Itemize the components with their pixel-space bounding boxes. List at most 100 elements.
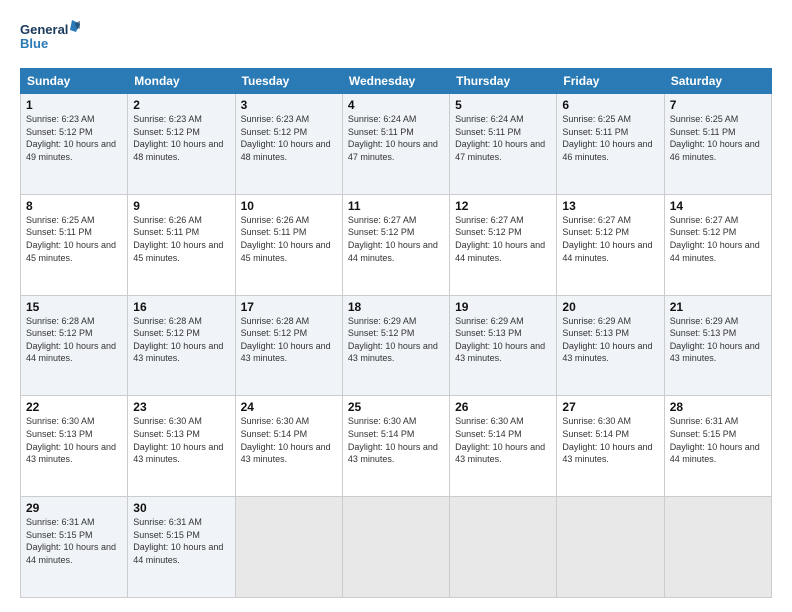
calendar-day-25: 25 Sunrise: 6:30 AMSunset: 5:14 PMDaylig… bbox=[342, 396, 449, 497]
day-number: 7 bbox=[670, 98, 766, 112]
calendar-day-17: 17 Sunrise: 6:28 AMSunset: 5:12 PMDaylig… bbox=[235, 295, 342, 396]
day-number: 25 bbox=[348, 400, 444, 414]
day-info: Sunrise: 6:30 AMSunset: 5:14 PMDaylight:… bbox=[455, 416, 545, 464]
calendar-day-30: 30 Sunrise: 6:31 AMSunset: 5:15 PMDaylig… bbox=[128, 497, 235, 598]
day-info: Sunrise: 6:30 AMSunset: 5:14 PMDaylight:… bbox=[348, 416, 438, 464]
logo: General Blue bbox=[20, 18, 80, 58]
day-info: Sunrise: 6:25 AMSunset: 5:11 PMDaylight:… bbox=[670, 114, 760, 162]
day-number: 19 bbox=[455, 300, 551, 314]
day-info: Sunrise: 6:30 AMSunset: 5:13 PMDaylight:… bbox=[26, 416, 116, 464]
day-info: Sunrise: 6:31 AMSunset: 5:15 PMDaylight:… bbox=[133, 517, 223, 565]
day-info: Sunrise: 6:28 AMSunset: 5:12 PMDaylight:… bbox=[241, 316, 331, 364]
weekday-header-sunday: Sunday bbox=[21, 69, 128, 94]
calendar-day-9: 9 Sunrise: 6:26 AMSunset: 5:11 PMDayligh… bbox=[128, 194, 235, 295]
day-number: 20 bbox=[562, 300, 658, 314]
weekday-header-friday: Friday bbox=[557, 69, 664, 94]
general-blue-logo: General Blue bbox=[20, 18, 80, 58]
calendar-day-18: 18 Sunrise: 6:29 AMSunset: 5:12 PMDaylig… bbox=[342, 295, 449, 396]
day-info: Sunrise: 6:31 AMSunset: 5:15 PMDaylight:… bbox=[26, 517, 116, 565]
day-number: 22 bbox=[26, 400, 122, 414]
day-info: Sunrise: 6:23 AMSunset: 5:12 PMDaylight:… bbox=[26, 114, 116, 162]
calendar-day-28: 28 Sunrise: 6:31 AMSunset: 5:15 PMDaylig… bbox=[664, 396, 771, 497]
day-info: Sunrise: 6:27 AMSunset: 5:12 PMDaylight:… bbox=[348, 215, 438, 263]
day-info: Sunrise: 6:26 AMSunset: 5:11 PMDaylight:… bbox=[133, 215, 223, 263]
calendar-day-29: 29 Sunrise: 6:31 AMSunset: 5:15 PMDaylig… bbox=[21, 497, 128, 598]
calendar-day-1: 1 Sunrise: 6:23 AMSunset: 5:12 PMDayligh… bbox=[21, 94, 128, 195]
calendar-day-22: 22 Sunrise: 6:30 AMSunset: 5:13 PMDaylig… bbox=[21, 396, 128, 497]
day-info: Sunrise: 6:29 AMSunset: 5:12 PMDaylight:… bbox=[348, 316, 438, 364]
day-number: 18 bbox=[348, 300, 444, 314]
empty-cell bbox=[557, 497, 664, 598]
day-info: Sunrise: 6:28 AMSunset: 5:12 PMDaylight:… bbox=[133, 316, 223, 364]
day-info: Sunrise: 6:27 AMSunset: 5:12 PMDaylight:… bbox=[670, 215, 760, 263]
calendar-day-13: 13 Sunrise: 6:27 AMSunset: 5:12 PMDaylig… bbox=[557, 194, 664, 295]
day-info: Sunrise: 6:26 AMSunset: 5:11 PMDaylight:… bbox=[241, 215, 331, 263]
day-number: 5 bbox=[455, 98, 551, 112]
page-header: General Blue bbox=[20, 18, 772, 58]
empty-cell bbox=[235, 497, 342, 598]
weekday-header-monday: Monday bbox=[128, 69, 235, 94]
day-number: 9 bbox=[133, 199, 229, 213]
day-number: 30 bbox=[133, 501, 229, 515]
calendar-day-12: 12 Sunrise: 6:27 AMSunset: 5:12 PMDaylig… bbox=[450, 194, 557, 295]
day-info: Sunrise: 6:29 AMSunset: 5:13 PMDaylight:… bbox=[562, 316, 652, 364]
day-info: Sunrise: 6:31 AMSunset: 5:15 PMDaylight:… bbox=[670, 416, 760, 464]
calendar-day-15: 15 Sunrise: 6:28 AMSunset: 5:12 PMDaylig… bbox=[21, 295, 128, 396]
calendar-day-3: 3 Sunrise: 6:23 AMSunset: 5:12 PMDayligh… bbox=[235, 94, 342, 195]
day-number: 27 bbox=[562, 400, 658, 414]
weekday-header-saturday: Saturday bbox=[664, 69, 771, 94]
calendar-day-24: 24 Sunrise: 6:30 AMSunset: 5:14 PMDaylig… bbox=[235, 396, 342, 497]
day-info: Sunrise: 6:24 AMSunset: 5:11 PMDaylight:… bbox=[455, 114, 545, 162]
empty-cell bbox=[450, 497, 557, 598]
day-number: 11 bbox=[348, 199, 444, 213]
day-info: Sunrise: 6:24 AMSunset: 5:11 PMDaylight:… bbox=[348, 114, 438, 162]
weekday-header-thursday: Thursday bbox=[450, 69, 557, 94]
day-info: Sunrise: 6:30 AMSunset: 5:14 PMDaylight:… bbox=[241, 416, 331, 464]
svg-text:General: General bbox=[20, 22, 68, 37]
calendar-table: SundayMondayTuesdayWednesdayThursdayFrid… bbox=[20, 68, 772, 598]
weekday-header-tuesday: Tuesday bbox=[235, 69, 342, 94]
day-number: 21 bbox=[670, 300, 766, 314]
svg-text:Blue: Blue bbox=[20, 36, 48, 51]
day-number: 15 bbox=[26, 300, 122, 314]
day-number: 23 bbox=[133, 400, 229, 414]
day-number: 14 bbox=[670, 199, 766, 213]
day-info: Sunrise: 6:23 AMSunset: 5:12 PMDaylight:… bbox=[133, 114, 223, 162]
calendar-day-4: 4 Sunrise: 6:24 AMSunset: 5:11 PMDayligh… bbox=[342, 94, 449, 195]
day-number: 17 bbox=[241, 300, 337, 314]
day-number: 4 bbox=[348, 98, 444, 112]
calendar-day-10: 10 Sunrise: 6:26 AMSunset: 5:11 PMDaylig… bbox=[235, 194, 342, 295]
calendar-day-11: 11 Sunrise: 6:27 AMSunset: 5:12 PMDaylig… bbox=[342, 194, 449, 295]
day-info: Sunrise: 6:23 AMSunset: 5:12 PMDaylight:… bbox=[241, 114, 331, 162]
day-number: 8 bbox=[26, 199, 122, 213]
day-number: 28 bbox=[670, 400, 766, 414]
day-info: Sunrise: 6:27 AMSunset: 5:12 PMDaylight:… bbox=[562, 215, 652, 263]
calendar-day-2: 2 Sunrise: 6:23 AMSunset: 5:12 PMDayligh… bbox=[128, 94, 235, 195]
calendar-day-23: 23 Sunrise: 6:30 AMSunset: 5:13 PMDaylig… bbox=[128, 396, 235, 497]
day-number: 6 bbox=[562, 98, 658, 112]
day-number: 16 bbox=[133, 300, 229, 314]
day-info: Sunrise: 6:29 AMSunset: 5:13 PMDaylight:… bbox=[670, 316, 760, 364]
calendar-day-27: 27 Sunrise: 6:30 AMSunset: 5:14 PMDaylig… bbox=[557, 396, 664, 497]
day-info: Sunrise: 6:27 AMSunset: 5:12 PMDaylight:… bbox=[455, 215, 545, 263]
empty-cell bbox=[342, 497, 449, 598]
calendar-day-16: 16 Sunrise: 6:28 AMSunset: 5:12 PMDaylig… bbox=[128, 295, 235, 396]
calendar-day-20: 20 Sunrise: 6:29 AMSunset: 5:13 PMDaylig… bbox=[557, 295, 664, 396]
calendar-day-7: 7 Sunrise: 6:25 AMSunset: 5:11 PMDayligh… bbox=[664, 94, 771, 195]
calendar-day-6: 6 Sunrise: 6:25 AMSunset: 5:11 PMDayligh… bbox=[557, 94, 664, 195]
weekday-header-wednesday: Wednesday bbox=[342, 69, 449, 94]
calendar-day-14: 14 Sunrise: 6:27 AMSunset: 5:12 PMDaylig… bbox=[664, 194, 771, 295]
day-number: 1 bbox=[26, 98, 122, 112]
day-number: 26 bbox=[455, 400, 551, 414]
calendar-day-8: 8 Sunrise: 6:25 AMSunset: 5:11 PMDayligh… bbox=[21, 194, 128, 295]
day-number: 3 bbox=[241, 98, 337, 112]
day-info: Sunrise: 6:30 AMSunset: 5:14 PMDaylight:… bbox=[562, 416, 652, 464]
day-number: 24 bbox=[241, 400, 337, 414]
day-info: Sunrise: 6:25 AMSunset: 5:11 PMDaylight:… bbox=[26, 215, 116, 263]
day-number: 2 bbox=[133, 98, 229, 112]
day-number: 29 bbox=[26, 501, 122, 515]
day-info: Sunrise: 6:29 AMSunset: 5:13 PMDaylight:… bbox=[455, 316, 545, 364]
day-info: Sunrise: 6:28 AMSunset: 5:12 PMDaylight:… bbox=[26, 316, 116, 364]
day-number: 12 bbox=[455, 199, 551, 213]
calendar-day-21: 21 Sunrise: 6:29 AMSunset: 5:13 PMDaylig… bbox=[664, 295, 771, 396]
